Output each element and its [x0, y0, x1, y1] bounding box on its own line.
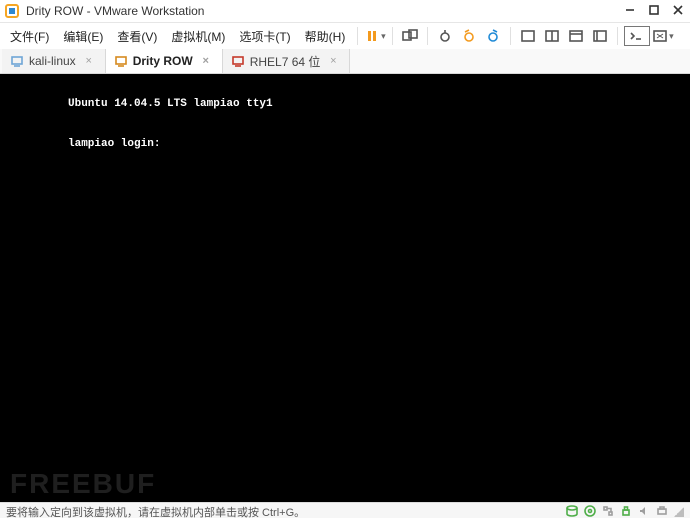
- titlebar: Drity ROW - VMware Workstation: [0, 0, 690, 23]
- separator: [357, 27, 358, 45]
- vm-tab-label: kali-linux: [29, 54, 76, 68]
- separator: [392, 27, 393, 45]
- terminal[interactable]: Ubuntu 14.04.5 LTS lampiao tty1 lampiao …: [0, 74, 690, 502]
- terminal-line-1: Ubuntu 14.04.5 LTS lampiao tty1: [68, 98, 273, 110]
- view-multi-button[interactable]: [541, 25, 563, 47]
- vm-tab-drity-row[interactable]: Drity ROW ×: [106, 49, 223, 73]
- minimize-button[interactable]: [624, 4, 636, 18]
- vm-tab-label: RHEL7 64 位: [250, 53, 321, 70]
- separator: [510, 27, 511, 45]
- close-icon[interactable]: ×: [327, 55, 339, 67]
- snapshot-take-button[interactable]: [434, 25, 456, 47]
- vm-tabs: kali-linux × Drity ROW × RHEL7 64 位 ×: [0, 49, 690, 74]
- menu-view[interactable]: 查看(V): [111, 26, 163, 47]
- cd-icon[interactable]: [584, 505, 596, 518]
- vm-icon: [231, 54, 245, 68]
- snapshot-revert-button[interactable]: [458, 25, 480, 47]
- chevron-down-icon: ▾: [669, 31, 674, 42]
- status-message: 要将输入定向到该虚拟机，请在虚拟机内部单击或按 Ctrl+G。: [6, 504, 566, 518]
- snapshot-manage-button[interactable]: [482, 25, 504, 47]
- disk-icon[interactable]: [566, 505, 578, 518]
- stretch-button[interactable]: ▾: [652, 25, 674, 47]
- window-controls: [624, 4, 684, 18]
- network-icon[interactable]: [602, 505, 614, 518]
- resize-grip[interactable]: [674, 507, 684, 517]
- menu-help[interactable]: 帮助(H): [299, 26, 352, 47]
- menubar: 文件(F) 编辑(E) 查看(V) 虚拟机(M) 选项卡(T) 帮助(H) ▾: [0, 23, 690, 49]
- vm-tab-rhel7[interactable]: RHEL7 64 位 ×: [223, 49, 351, 73]
- statusbar: 要将输入定向到该虚拟机，请在虚拟机内部单击或按 Ctrl+G。: [0, 502, 690, 518]
- usb-icon[interactable]: [620, 505, 632, 518]
- view-single-button[interactable]: [517, 25, 539, 47]
- menu-file[interactable]: 文件(F): [4, 26, 55, 47]
- window-title: Drity ROW - VMware Workstation: [26, 4, 624, 18]
- terminal-line-2: lampiao login:: [68, 138, 160, 150]
- snapshot-button[interactable]: [399, 25, 421, 47]
- chevron-down-icon: ▾: [381, 31, 386, 42]
- view-fullscreen-button[interactable]: [589, 25, 611, 47]
- app-icon: [4, 3, 20, 19]
- maximize-button[interactable]: [648, 4, 660, 18]
- vm-icon: [114, 54, 128, 68]
- close-icon[interactable]: ×: [83, 55, 95, 67]
- status-device-icons: [566, 505, 668, 518]
- watermark-text: FREEBUF: [10, 468, 156, 500]
- terminal-output: Ubuntu 14.04.5 LTS lampiao tty1 lampiao …: [68, 94, 273, 154]
- sound-icon[interactable]: [638, 505, 650, 518]
- view-unity-button[interactable]: [565, 25, 587, 47]
- pause-button[interactable]: ▾: [364, 25, 386, 47]
- menu-tabs[interactable]: 选项卡(T): [233, 26, 296, 47]
- menu-edit[interactable]: 编辑(E): [57, 26, 109, 47]
- menu-vm[interactable]: 虚拟机(M): [165, 26, 231, 47]
- close-icon[interactable]: ×: [200, 55, 212, 67]
- separator: [617, 27, 618, 45]
- separator: [427, 27, 428, 45]
- console-button[interactable]: [624, 26, 650, 46]
- vm-tab-kali-linux[interactable]: kali-linux ×: [2, 49, 106, 73]
- close-button[interactable]: [672, 4, 684, 18]
- vm-tab-label: Drity ROW: [133, 54, 193, 68]
- vm-icon: [10, 54, 24, 68]
- printer-icon[interactable]: [656, 505, 668, 518]
